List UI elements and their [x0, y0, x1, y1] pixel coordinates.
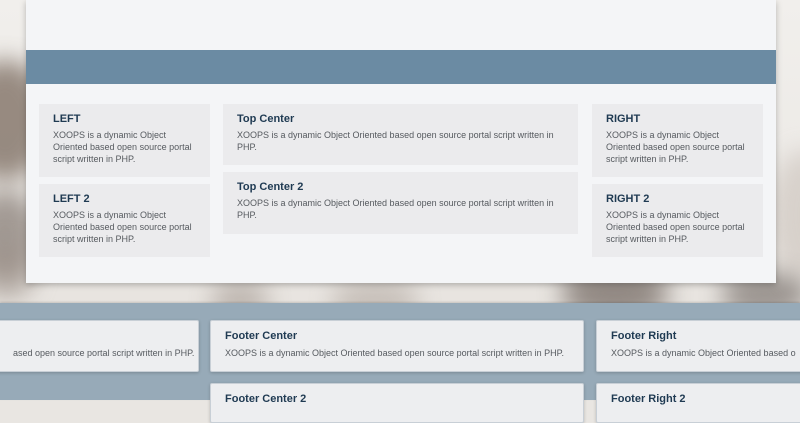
block-title: RIGHT 2: [606, 193, 650, 205]
block-title: Footer Center: [225, 330, 298, 342]
block-text: XOOPS is a dynamic Object Oriented based…: [225, 348, 564, 358]
block-title: LEFT: [53, 113, 81, 125]
block-text: XOOPS is a dynamic Object Oriented based…: [606, 130, 745, 164]
block-right: RIGHT XOOPS is a dynamic Object Oriented…: [592, 104, 763, 177]
block-left-2: LEFT 2 XOOPS is a dynamic Object Oriente…: [39, 184, 210, 257]
block-title: LEFT 2: [53, 193, 90, 205]
block-top-center: Top Center XOOPS is a dynamic Object Ori…: [223, 104, 578, 165]
header-band: [26, 50, 776, 84]
block-top-center-2: Top Center 2 XOOPS is a dynamic Object O…: [223, 172, 578, 234]
footer-block-right-2: Footer Right 2: [596, 383, 800, 423]
block-left: LEFT XOOPS is a dynamic Object Oriented …: [39, 104, 210, 177]
block-title: Footer Right: [611, 330, 677, 342]
block-text: XOOPS is a dynamic Object Oriented based…: [606, 210, 745, 244]
block-text: XOOPS is a dynamic Object Oriented based…: [53, 130, 192, 164]
footer-block-center: Footer Center XOOPS is a dynamic Object …: [210, 320, 584, 372]
block-text: ased open source portal script written i…: [13, 348, 195, 358]
block-right-2: RIGHT 2 XOOPS is a dynamic Object Orient…: [592, 184, 763, 257]
block-title: Top Center: [237, 113, 295, 125]
block-title: Footer Right 2: [611, 393, 686, 405]
block-text: XOOPS is a dynamic Object Oriented based…: [237, 198, 554, 220]
footer-block-center-2: Footer Center 2: [210, 383, 584, 423]
footer-block-left: ased open source portal script written i…: [0, 320, 199, 372]
block-title: Top Center 2: [237, 181, 304, 193]
footer-block-right: Footer Right XOOPS is a dynamic Object O…: [596, 320, 800, 372]
block-text: XOOPS is a dynamic Object Oriented based…: [53, 210, 192, 244]
block-text: XOOPS is a dynamic Object Oriented based…: [237, 130, 554, 152]
block-title: RIGHT: [606, 113, 641, 125]
block-title: Footer Center 2: [225, 393, 307, 405]
main-content-panel: LEFT XOOPS is a dynamic Object Oriented …: [26, 0, 776, 283]
footer-band: ased open source portal script written i…: [0, 303, 800, 423]
block-text: XOOPS is a dynamic Object Oriented based…: [611, 348, 796, 358]
block-title: [5, 330, 184, 342]
